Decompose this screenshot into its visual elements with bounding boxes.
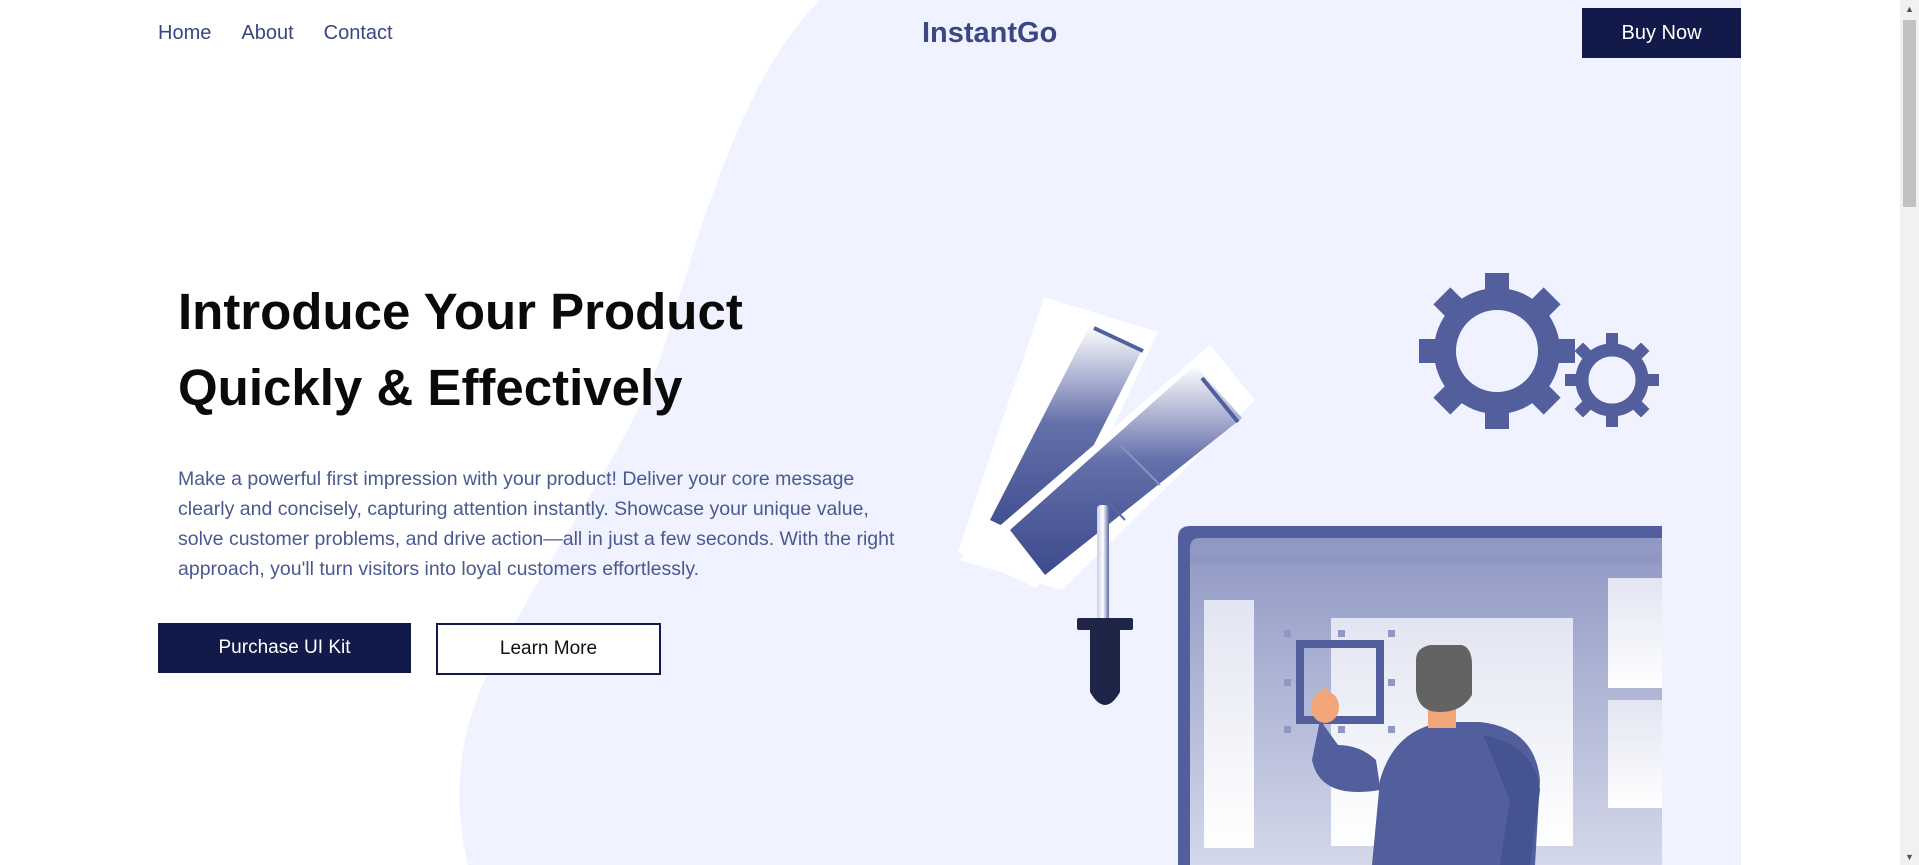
gear-icon <box>1419 273 1575 429</box>
hero-illustration <box>958 273 1662 865</box>
brand-logo[interactable]: InstantGo <box>922 17 1057 50</box>
learn-more-button[interactable]: Learn More <box>436 623 661 675</box>
purchase-ui-kit-button[interactable]: Purchase UI Kit <box>158 623 411 673</box>
nav-link-about[interactable]: About <box>241 22 293 45</box>
nav-link-home[interactable]: Home <box>158 22 211 45</box>
vertical-scrollbar[interactable]: ▲ ▼ <box>1900 0 1919 865</box>
scroll-down-icon[interactable]: ▼ <box>1900 848 1919 865</box>
buy-now-button[interactable]: Buy Now <box>1582 8 1741 58</box>
nav-link-contact[interactable]: Contact <box>324 22 393 45</box>
nav-links: Home About Contact <box>158 22 393 45</box>
small-gear-icon <box>1565 333 1659 427</box>
hero-title: Introduce Your Product Quickly & Effecti… <box>178 283 743 416</box>
scrollbar-thumb[interactable] <box>1903 20 1916 207</box>
scroll-up-icon[interactable]: ▲ <box>1900 0 1919 17</box>
hero-description: Make a powerful first impression with yo… <box>178 468 895 580</box>
